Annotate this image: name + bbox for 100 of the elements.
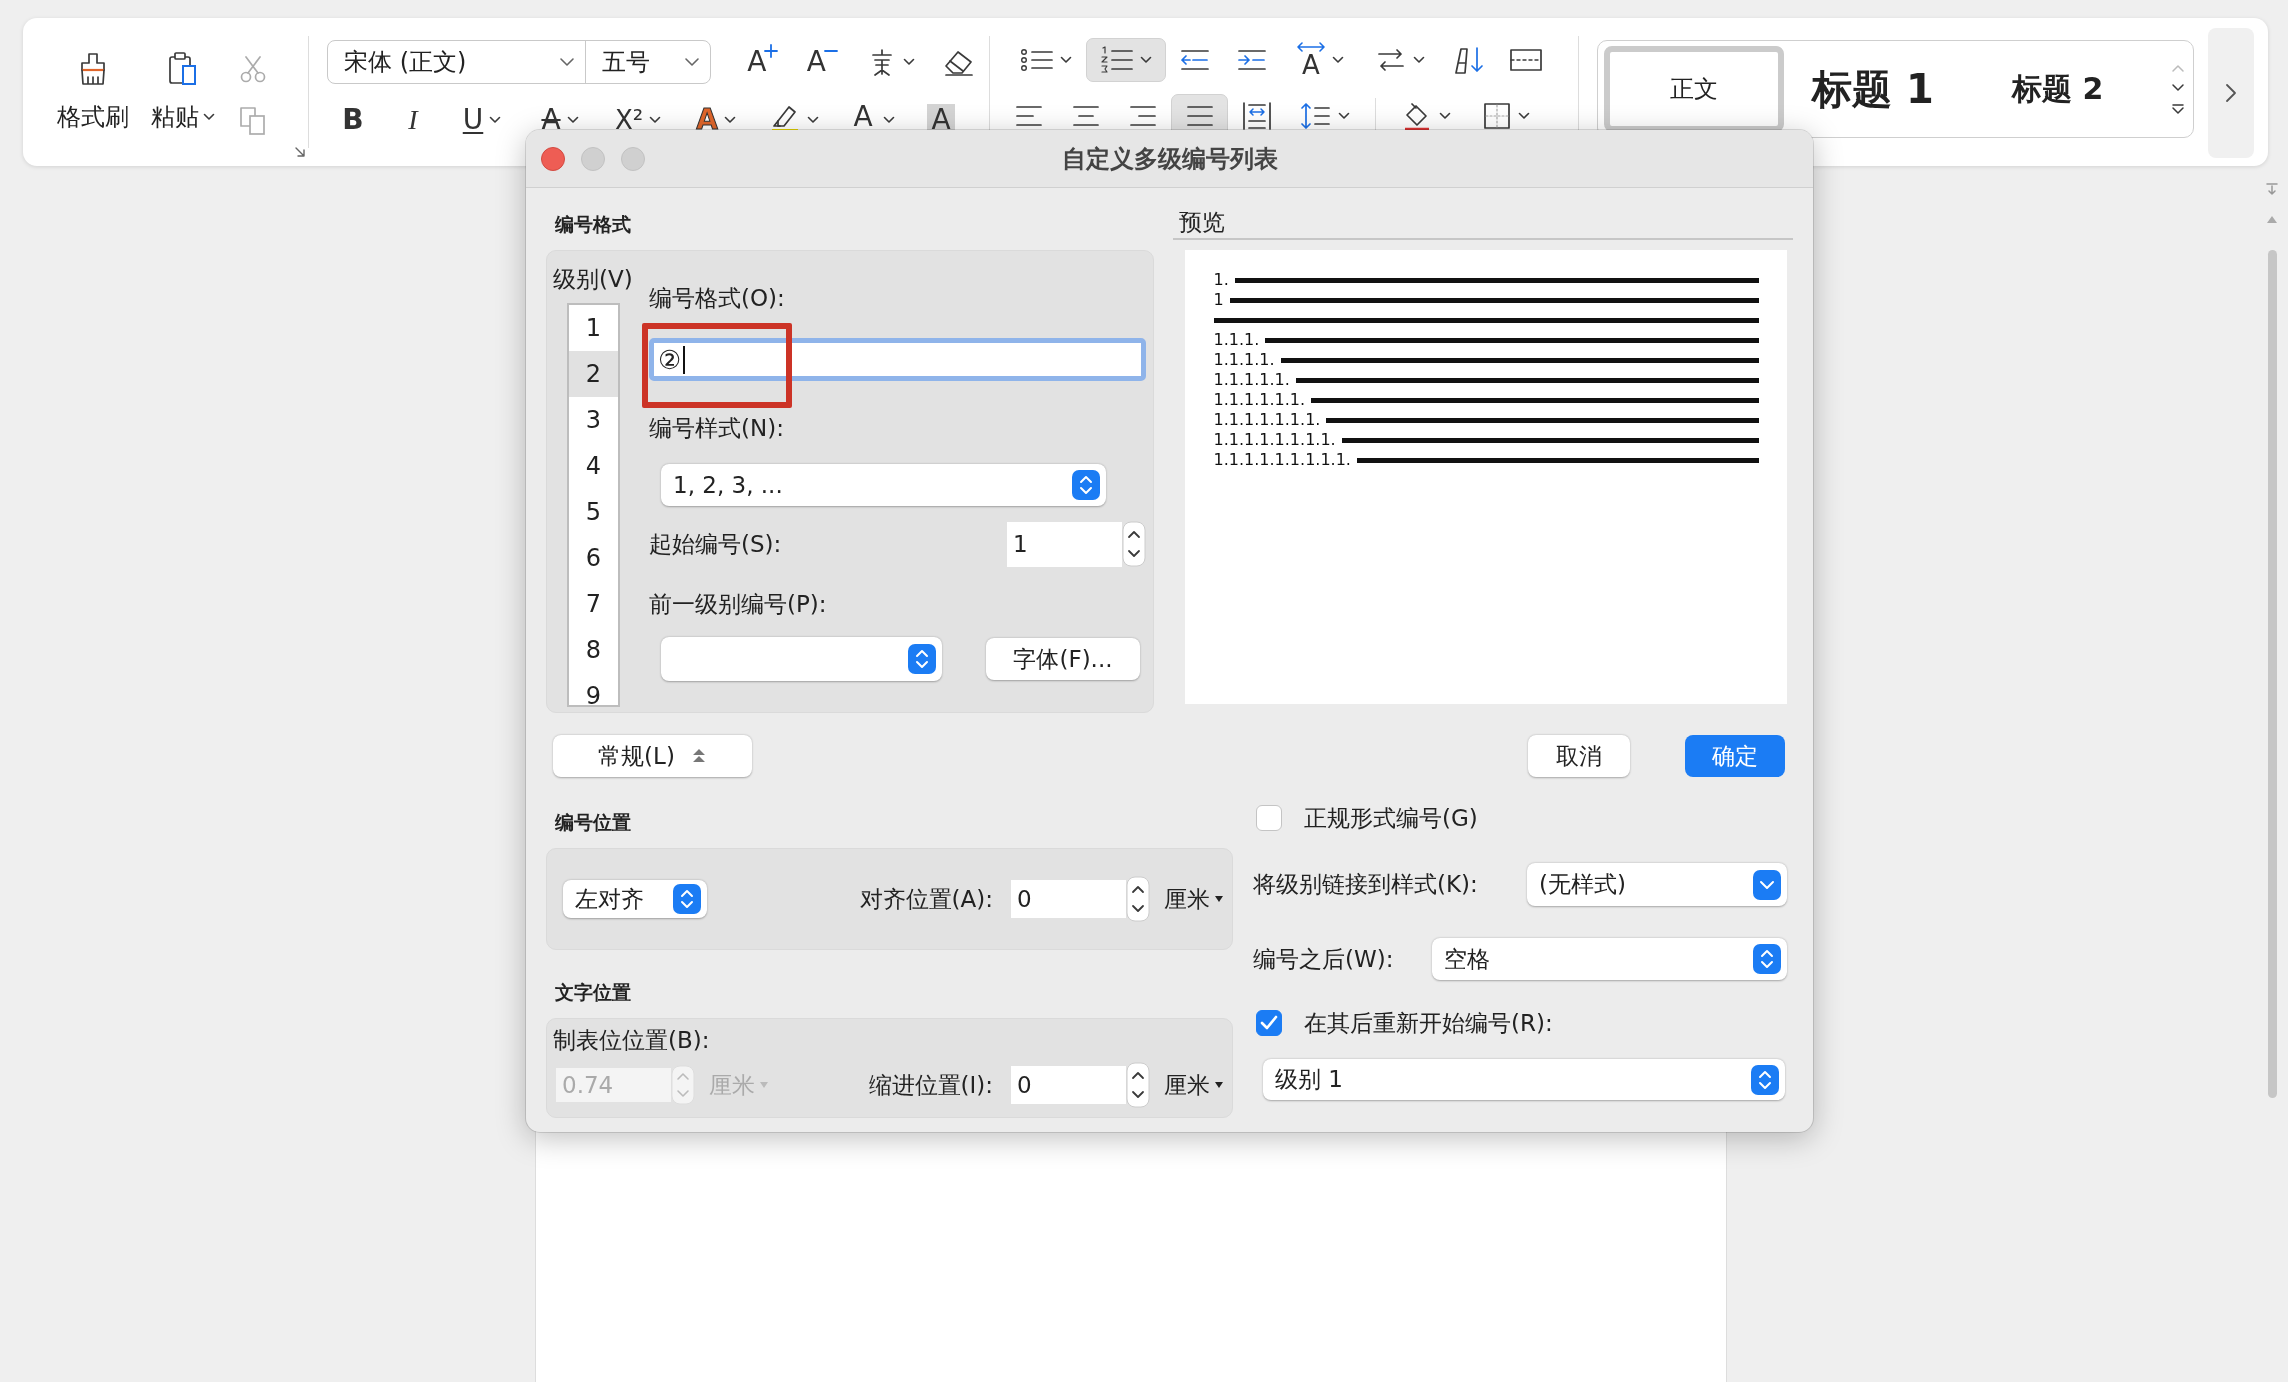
checkbox[interactable] (1256, 805, 1282, 831)
underline-button[interactable]: U (443, 98, 521, 142)
section-heading: 编号格式 (554, 212, 632, 237)
border-icon (1482, 101, 1512, 131)
popup-arrows-icon (1072, 470, 1100, 500)
dialog-launcher-icon[interactable] (294, 146, 306, 158)
superscript-button[interactable]: X² (599, 98, 677, 142)
style-link-dropdown[interactable]: (无样式) (1527, 863, 1787, 906)
caret-icon (489, 116, 502, 124)
shrink-font-button[interactable]: A (792, 40, 853, 84)
list-item[interactable]: 8 (569, 627, 618, 673)
field-label: 缩进位置(I): (868, 1070, 993, 1100)
caret-icon (902, 58, 915, 66)
list-item[interactable]: 4 (569, 443, 618, 489)
list-item[interactable]: 1 (569, 305, 618, 351)
field-label: 编号之后(W): (1253, 944, 1394, 974)
style-option[interactable]: 标题 1 (1812, 61, 1982, 117)
text-direction-button[interactable]: A (1280, 38, 1360, 82)
triangle-down-icon (759, 1081, 769, 1089)
caret-icon (1338, 112, 1350, 120)
numbered-list-icon (1100, 46, 1134, 74)
ok-button[interactable]: 确定 (1685, 735, 1785, 777)
decrease-indent-icon (1178, 47, 1211, 73)
popup-arrows-icon (673, 884, 701, 914)
checkmark-icon (1260, 1015, 1278, 1031)
font-button[interactable]: 字体(F)... (986, 638, 1140, 680)
field-label: 前一级别编号(P): (649, 591, 828, 617)
caret-icon (807, 116, 819, 124)
bold-button[interactable]: B (323, 98, 383, 142)
strikethrough-button[interactable]: A (521, 98, 599, 142)
input-field[interactable]: ② (649, 338, 1146, 381)
style-option[interactable]: 正文 (1604, 46, 1784, 132)
caret-icon (1140, 56, 1152, 64)
distribute-icon (1241, 101, 1272, 131)
list-item[interactable]: 6 (569, 535, 618, 581)
scrollbar[interactable] (2267, 250, 2277, 1098)
caret-icon (649, 116, 662, 124)
section-heading: 编号位置 (554, 810, 632, 835)
options-toggle-button[interactable]: 常规(L) (553, 735, 752, 777)
stepper[interactable] (1122, 521, 1146, 567)
bullet-list-icon (1020, 47, 1054, 73)
input-field[interactable]: 0 (1011, 880, 1126, 918)
number-style-dropdown[interactable]: 1, 2, 3, ... (661, 464, 1106, 506)
numbered-list-button[interactable] (1086, 38, 1166, 82)
chevron-down-icon (1753, 869, 1781, 900)
unit-dropdown[interactable]: 厘米 (1164, 1069, 1224, 1101)
restart-level-dropdown[interactable]: 级别 1 (1263, 1059, 1785, 1100)
scroll-down-icon[interactable] (2171, 83, 2185, 93)
line-spacing-icon (1300, 101, 1332, 131)
list-item[interactable]: 5 (569, 489, 618, 535)
double-arrow-icon (1296, 42, 1326, 52)
expand-gallery-icon[interactable] (2171, 103, 2185, 115)
list-number: 1.1.1.1.1.1.1.1. (1213, 430, 1336, 450)
popup-arrows-icon (1753, 944, 1781, 974)
plus-icon (764, 44, 779, 58)
alignment-dropdown[interactable]: 左对齐 (563, 880, 707, 918)
unit-dropdown[interactable]: 厘米 (1164, 883, 1224, 915)
checkbox-label: 在其后重新开始编号(R): (1304, 1008, 1553, 1038)
close-button[interactable] (541, 146, 565, 171)
checkbox[interactable] (1256, 1010, 1282, 1036)
list-item[interactable]: 9 (569, 673, 618, 705)
font-size-dropdown[interactable]: 五号 (586, 41, 710, 83)
caret-icon (203, 113, 215, 121)
stepper[interactable] (1126, 1062, 1150, 1108)
columns-icon (1508, 47, 1543, 73)
style-option[interactable]: 标题 2 (2012, 68, 2142, 110)
list-number: 1 (1213, 290, 1224, 310)
cancel-button[interactable]: 取消 (1528, 735, 1630, 777)
chevron-down-icon (559, 57, 575, 67)
window-title: 自定义多级编号列表 (1061, 143, 1278, 175)
list-item[interactable]: 7 (569, 581, 618, 627)
chevron-down-icon (684, 57, 700, 67)
chevron-right-icon (2225, 83, 2237, 103)
list-item[interactable]: 3 (569, 397, 618, 443)
field-label: 编号格式(O): (649, 285, 786, 311)
field-label: 制表位位置(B): (553, 1026, 711, 1055)
caret-icon (1060, 56, 1072, 64)
justify-icon (1184, 103, 1215, 129)
follow-number-dropdown[interactable]: 空格 (1432, 938, 1787, 980)
field-label: 级别(V) (553, 265, 634, 293)
grow-font-button[interactable]: A (733, 40, 793, 84)
align-center-icon (1070, 103, 1101, 129)
paste-button[interactable]: 粘贴 (147, 45, 219, 139)
caret-icon (1332, 56, 1344, 64)
list-number: 1.1.1.1. (1213, 350, 1275, 370)
format-painter-button[interactable]: 格式刷 (53, 45, 133, 139)
list-item[interactable]: 2 (569, 351, 618, 397)
input-field[interactable]: 0 (1011, 1066, 1126, 1104)
copy-icon (238, 105, 268, 137)
caret-icon (882, 116, 895, 124)
input-field[interactable]: 1 (1007, 521, 1122, 567)
field-label: 对齐位置(A): (859, 884, 993, 914)
previous-level-dropdown[interactable] (661, 637, 942, 681)
sort-down-icon (1452, 45, 1485, 75)
triangle-down-icon (1214, 895, 1224, 903)
stepper[interactable] (1126, 876, 1150, 922)
field-label: 编号样式(N): (649, 415, 785, 441)
font-name-dropdown[interactable]: 宋体 (正文) (328, 41, 586, 83)
italic-button[interactable]: I (383, 98, 443, 142)
caret-icon (723, 116, 736, 124)
